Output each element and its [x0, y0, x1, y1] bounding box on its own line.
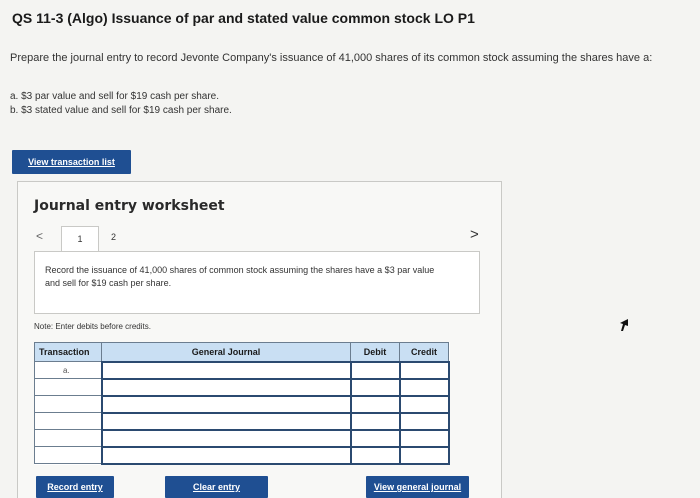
debit-input[interactable] [349, 411, 401, 431]
transaction-cell [34, 378, 102, 396]
table-row [34, 394, 450, 414]
entry-note: Note: Enter debits before credits. [34, 322, 151, 331]
account-input[interactable] [100, 360, 352, 380]
transaction-cell [34, 412, 102, 430]
debit-input[interactable] [349, 394, 401, 414]
view-general-journal-button[interactable]: View general journal [366, 476, 469, 498]
part-a: a. $3 par value and sell for $19 cash pe… [10, 91, 220, 102]
question-parts: a. $3 par value and sell for $19 cash pe… [10, 90, 232, 118]
worksheet-title: Journal entry worksheet [34, 198, 225, 214]
debit-input[interactable] [349, 360, 401, 380]
chevron-left-icon[interactable]: < [36, 229, 43, 243]
account-input[interactable] [100, 445, 352, 465]
transaction-cell [34, 395, 102, 413]
account-input[interactable] [100, 394, 352, 414]
debit-input[interactable] [349, 428, 401, 448]
header-general-journal: General Journal [101, 342, 351, 362]
debit-input[interactable] [349, 377, 401, 397]
transaction-description: Record the issuance of 41,000 shares of … [45, 265, 435, 288]
credit-input[interactable] [398, 445, 450, 465]
account-input[interactable] [100, 411, 352, 431]
question-title: QS 11-3 (Algo) Issuance of par and state… [12, 10, 475, 26]
header-debit: Debit [350, 342, 400, 362]
transaction-cell [34, 429, 102, 447]
clear-entry-button[interactable]: Clear entry [165, 476, 268, 498]
credit-input[interactable] [398, 411, 450, 431]
transaction-cell: a. [34, 361, 102, 379]
chevron-right-icon[interactable]: > [470, 226, 479, 243]
journal-table: Transaction General Journal Debit Credit… [34, 342, 450, 465]
part-b: b. $3 stated value and sell for $19 cash… [10, 105, 232, 116]
view-transaction-list-button[interactable]: View transaction list [12, 150, 131, 174]
journal-table-header: Transaction General Journal Debit Credit [34, 342, 449, 362]
journal-entry-worksheet: Journal entry worksheet < 1 2 > Record t… [17, 181, 502, 498]
table-row [34, 428, 450, 448]
credit-input[interactable] [398, 377, 450, 397]
credit-input[interactable] [398, 394, 450, 414]
tab-2[interactable]: 2 [111, 232, 116, 242]
table-row: a. [34, 360, 450, 380]
credit-input[interactable] [398, 428, 450, 448]
table-row [34, 377, 450, 397]
account-input[interactable] [100, 377, 352, 397]
record-entry-button[interactable]: Record entry [36, 476, 114, 498]
debit-input[interactable] [349, 445, 401, 465]
table-row [34, 445, 450, 465]
mouse-pointer-icon [620, 319, 628, 331]
header-transaction: Transaction [34, 342, 102, 362]
question-prompt: Prepare the journal entry to record Jevo… [10, 52, 653, 64]
transaction-description-box: Record the issuance of 41,000 shares of … [34, 251, 480, 314]
header-credit: Credit [399, 342, 449, 362]
table-row [34, 411, 450, 431]
transaction-cell [34, 446, 102, 464]
credit-input[interactable] [398, 360, 450, 380]
account-input[interactable] [100, 428, 352, 448]
